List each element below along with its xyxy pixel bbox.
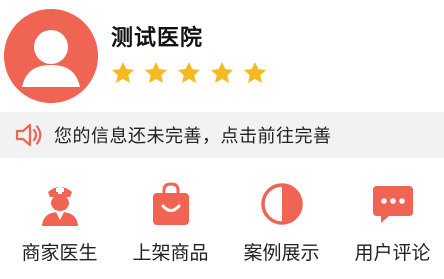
menu-item-cases[interactable]: 案例展示 — [226, 170, 337, 279]
user-avatar-icon[interactable] — [4, 9, 98, 103]
doctor-icon — [36, 180, 84, 228]
rating-stars — [110, 60, 275, 86]
menu-item-doctors[interactable]: 商家医生 — [4, 170, 115, 279]
half-circle-icon — [258, 180, 306, 228]
star-icon — [143, 60, 169, 86]
star-icon — [209, 60, 235, 86]
hospital-name: 测试医院 — [111, 26, 204, 51]
menu-item-reviews[interactable]: 用户评论 — [337, 170, 444, 279]
shopping-bag-icon — [147, 180, 195, 228]
star-icon — [176, 60, 202, 86]
function-menu: 商家医生 上架商品 案例展示 用户评论 — [0, 170, 444, 279]
notice-text[interactable]: 您的信息还未完善，点击前往完善 — [54, 122, 332, 148]
menu-label: 案例展示 — [243, 242, 320, 264]
profile-incomplete-notice[interactable]: 您的信息还未完善，点击前往完善 — [0, 112, 444, 158]
speaker-icon — [14, 122, 44, 148]
menu-item-products[interactable]: 上架商品 — [115, 170, 226, 279]
menu-label: 上架商品 — [132, 242, 209, 264]
menu-label: 商家医生 — [21, 242, 98, 264]
comment-bubble-icon — [369, 180, 417, 228]
hospital-header: 测试医院 — [0, 0, 444, 108]
star-icon — [110, 60, 136, 86]
star-icon — [242, 60, 268, 86]
menu-label: 用户评论 — [354, 242, 431, 264]
